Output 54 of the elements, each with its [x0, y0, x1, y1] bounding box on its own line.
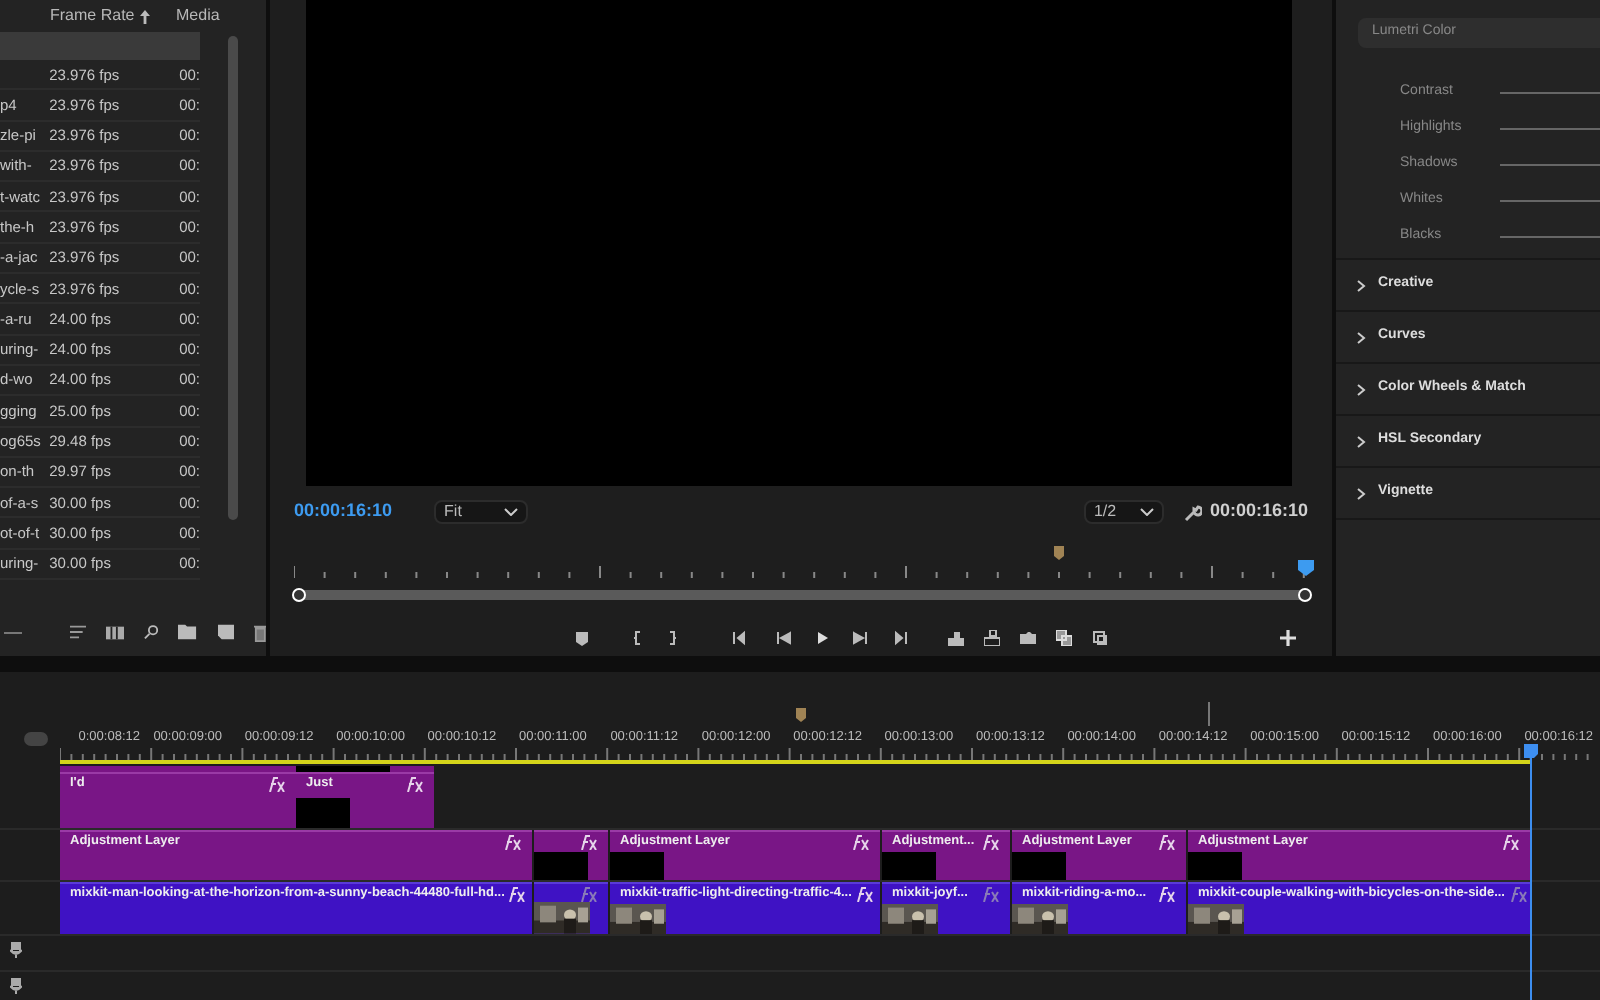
add-button-icon[interactable]: [1280, 630, 1296, 646]
mark-out-icon[interactable]: [664, 630, 680, 646]
playhead-icon[interactable]: [1298, 560, 1314, 576]
add-marker-icon[interactable]: [574, 630, 590, 646]
trash-icon[interactable]: [253, 623, 266, 641]
timeline-clip[interactable]: [534, 830, 608, 880]
play-icon[interactable]: [814, 630, 830, 646]
go-to-in-icon[interactable]: [732, 630, 748, 646]
resolution-dropdown[interactable]: 1/2: [1083, 500, 1164, 524]
icon-view-icon[interactable]: [106, 625, 125, 639]
in-handle[interactable]: [292, 588, 306, 602]
clip-thumbnail: [534, 851, 588, 880]
clip-thumbnail: [1188, 851, 1242, 880]
camera-icon[interactable]: [1020, 630, 1036, 646]
column-header[interactable]: Media: [176, 4, 220, 28]
chevron-right-icon: [1356, 383, 1366, 395]
marker-icon[interactable]: [1054, 546, 1064, 560]
chevron-down-icon: [1139, 508, 1154, 516]
clip-thumbnail: [1012, 851, 1066, 880]
extract-icon[interactable]: [984, 630, 1000, 646]
v4-clip-frame: [296, 766, 390, 772]
in-point-line: [1208, 702, 1210, 726]
timeline-clip[interactable]: [534, 882, 608, 934]
playhead-icon[interactable]: [1524, 744, 1538, 758]
playhead-timecode[interactable]: 00:00:16:10: [294, 498, 393, 526]
go-to-out-icon[interactable]: [892, 630, 908, 646]
microphone-icon[interactable]: [10, 942, 22, 958]
duration-timecode: 00:00:16:10: [1209, 498, 1308, 525]
wrench-icon[interactable]: [1183, 503, 1202, 521]
search-icon[interactable]: [144, 624, 159, 640]
chevron-right-icon: [1356, 279, 1366, 291]
lift-icon[interactable]: [948, 630, 964, 646]
scrollbar[interactable]: [228, 36, 238, 520]
zoom-dropdown[interactable]: Fit: [434, 500, 529, 524]
out-handle[interactable]: [1298, 588, 1312, 602]
microphone-icon[interactable]: [10, 978, 22, 994]
clip-thumbnail: [610, 851, 664, 880]
list-view-icon[interactable]: [70, 624, 87, 640]
step-forward-icon[interactable]: [852, 630, 868, 646]
chevron-right-icon: [1356, 487, 1366, 499]
toggle-proxies-icon[interactable]: [1092, 630, 1108, 646]
mark-in-icon[interactable]: [630, 630, 646, 646]
compare-icon[interactable]: [1056, 630, 1072, 646]
folder-icon[interactable]: [178, 624, 198, 640]
step-back-icon[interactable]: [776, 630, 792, 646]
chevron-right-icon: [1356, 435, 1366, 447]
column-header[interactable]: Frame Rate: [50, 4, 170, 28]
chevron-right-icon: [1356, 331, 1366, 343]
new-item-icon[interactable]: [217, 624, 234, 640]
chevron-down-icon: [504, 508, 519, 516]
sort-up-icon[interactable]: [140, 9, 151, 23]
marker-icon[interactable]: [796, 708, 806, 722]
clip-thumbnail: [296, 798, 350, 828]
clip-thumbnail: [882, 851, 936, 880]
